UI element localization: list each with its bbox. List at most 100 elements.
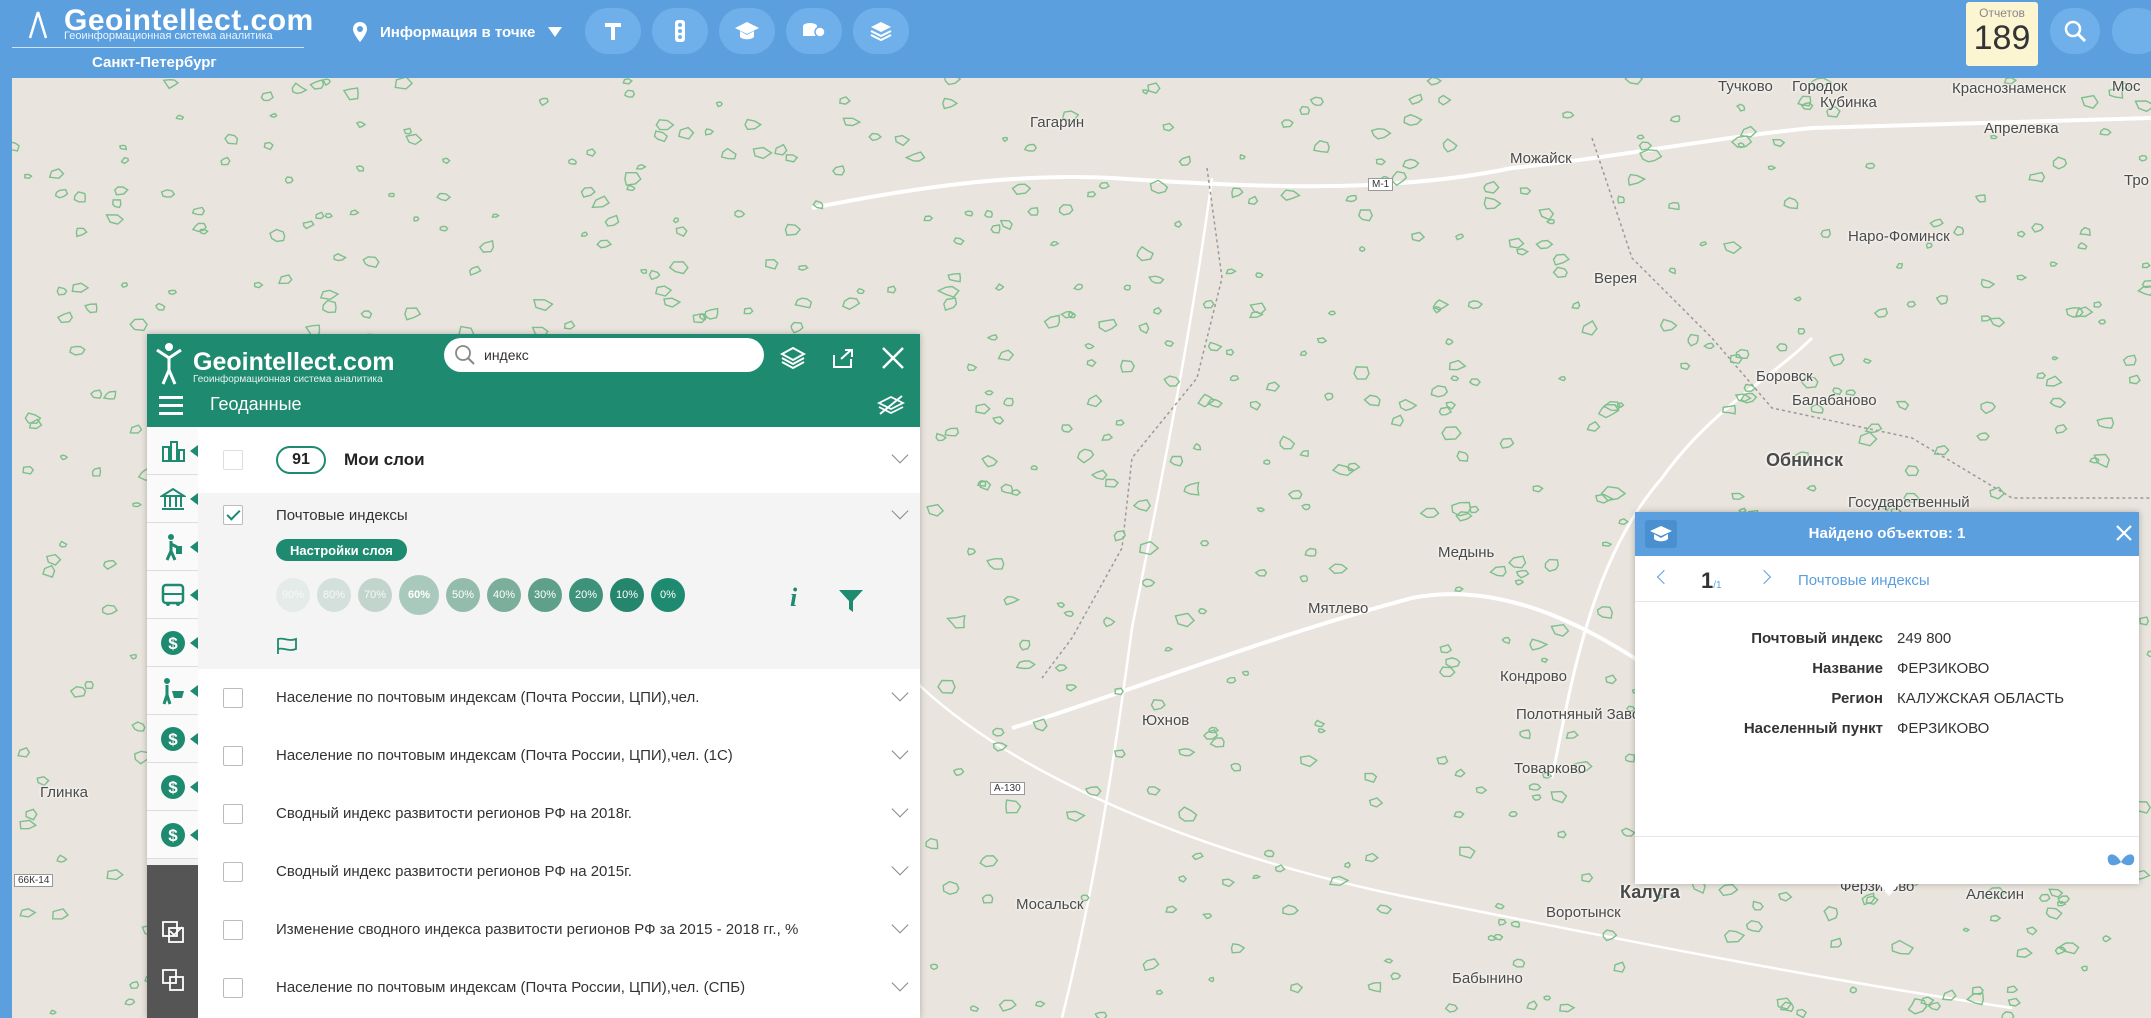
rail-item-institutions[interactable] <box>147 475 198 523</box>
my-layers-row[interactable]: 91 Мои слои <box>198 427 920 493</box>
popup-pagination: 1/1 Почтовые индексы <box>1635 556 2139 602</box>
town-label: Полотняный Завод <box>1516 706 1649 723</box>
top-toolbar: Geointellect.com Геоинформационная систе… <box>0 0 2151 78</box>
layer-checkbox[interactable] <box>223 920 243 940</box>
layers-stack-icon <box>780 346 806 370</box>
attribute-value: КАЛУЖСКАЯ ОБЛАСТЬ <box>1897 690 2065 707</box>
filter-icon[interactable] <box>838 589 864 613</box>
reports-label: Отчетов <box>1979 6 2025 20</box>
layer-checkbox[interactable] <box>223 746 243 766</box>
my-layers-count: 91 <box>276 446 326 474</box>
chevron-up-icon[interactable] <box>891 502 909 520</box>
menu-icon[interactable] <box>159 394 183 416</box>
layer-row[interactable]: Сводный индекс развитости регионов РФ на… <box>198 843 920 901</box>
opacity-option[interactable]: 60% <box>399 575 439 615</box>
chevron-down-icon[interactable] <box>891 684 909 702</box>
opacity-option[interactable]: 20% <box>569 578 603 612</box>
export-button[interactable] <box>827 342 859 374</box>
rail-item-buildings[interactable] <box>147 427 198 475</box>
rail-item-finance-4[interactable]: $ <box>147 811 198 859</box>
chevron-down-icon[interactable] <box>891 742 909 760</box>
opacity-option[interactable]: 10% <box>610 578 644 612</box>
layer-row[interactable]: Изменение сводного индекса развитости ре… <box>198 901 920 959</box>
education-tool-button[interactable] <box>719 8 775 54</box>
layer-row[interactable]: Население по почтовым индексам (Почта Ро… <box>198 959 920 1017</box>
attribute-key: Название <box>1812 660 1883 677</box>
info-point-dropdown[interactable]: Информация в точке <box>352 18 563 46</box>
flag-icon[interactable] <box>276 637 298 655</box>
rail-item-finance-1[interactable]: $ <box>147 619 198 667</box>
opacity-option[interactable]: 80% <box>317 578 351 612</box>
town-label: Глинка <box>40 784 88 801</box>
more-button[interactable] <box>2112 8 2151 54</box>
next-arrow-icon[interactable] <box>1756 569 1772 585</box>
attribute-row: Почтовый индекс 249 800 <box>1635 630 2139 660</box>
town-label: Мос <box>2112 78 2141 95</box>
hide-layers-icon[interactable] <box>877 394 905 416</box>
bus-icon <box>161 583 184 606</box>
chevron-down-icon[interactable] <box>891 974 909 992</box>
dollar-icon: $ <box>160 774 185 799</box>
previous-arrow-icon[interactable] <box>1656 569 1672 585</box>
layer-checkbox[interactable] <box>223 978 243 998</box>
chevron-down-icon[interactable] <box>891 800 909 818</box>
expanded-layer-label[interactable]: Почтовые индексы <box>276 507 408 524</box>
layers-stack-button[interactable] <box>777 342 809 374</box>
select-area-icon[interactable] <box>160 919 186 945</box>
opacity-option[interactable]: 50% <box>446 578 480 612</box>
opacity-option[interactable]: 0% <box>651 578 685 612</box>
logo-figure-icon <box>156 343 182 385</box>
traffic-tool-button[interactable] <box>652 8 708 54</box>
attribute-row: Название ФЕРЗИКОВО <box>1635 660 2139 690</box>
rail-item-pedestrians[interactable] <box>147 523 198 571</box>
city-selector[interactable]: Санкт-Петербург <box>92 54 217 71</box>
rail-tools <box>147 865 198 1018</box>
layer-checkbox[interactable] <box>223 804 243 824</box>
opacity-option[interactable]: 70% <box>358 578 392 612</box>
search-button[interactable] <box>2050 8 2100 54</box>
layers-icon <box>870 22 892 42</box>
chevron-down-icon <box>548 27 563 37</box>
layer-checkbox[interactable] <box>223 688 243 708</box>
layer-settings-button[interactable]: Настройки слоя <box>276 539 407 561</box>
rail-item-shopping[interactable] <box>147 667 198 715</box>
layer-row[interactable]: Население по почтовым индексам (Почта Ро… <box>198 669 920 727</box>
postal-index-checkbox[interactable] <box>223 505 243 525</box>
text-tool-button[interactable] <box>585 8 641 54</box>
reports-counter[interactable]: Отчетов 189 <box>1966 2 2038 66</box>
popup-header: Найдено объектов: 1 <box>1635 512 2139 556</box>
layers-tool-button[interactable] <box>853 8 909 54</box>
popup-layer-link[interactable]: Почтовые индексы <box>1798 572 1930 589</box>
chevron-down-icon[interactable] <box>891 446 909 464</box>
layer-row[interactable]: Сводный индекс развитости регионов РФ на… <box>198 785 920 843</box>
finance-tool-button[interactable] <box>786 8 842 54</box>
town-label: Кубинка <box>1820 94 1877 111</box>
town-label: Наро-Фоминск <box>1848 228 1950 245</box>
chevron-down-icon[interactable] <box>891 916 909 934</box>
shopper-cart-icon <box>162 677 184 704</box>
town-label: Балабаново <box>1792 392 1877 409</box>
chevron-down-icon[interactable] <box>891 858 909 876</box>
graduation-cap-icon <box>735 22 759 40</box>
opacity-option[interactable]: 90% <box>276 578 310 612</box>
close-icon[interactable] <box>2115 524 2133 542</box>
town-label: Тучково <box>1718 78 1773 95</box>
opacity-option[interactable]: 40% <box>487 578 521 612</box>
text-icon <box>605 23 621 40</box>
opacity-option[interactable]: 30% <box>528 578 562 612</box>
svg-text:$: $ <box>168 634 178 653</box>
my-layers-checkbox[interactable] <box>223 450 243 470</box>
rail-item-finance-3[interactable]: $ <box>147 763 198 811</box>
copy-layers-icon[interactable] <box>160 967 186 993</box>
my-layers-label: Мои слои <box>344 450 425 469</box>
app-logo[interactable]: Geointellect.com Геоинформационная систе… <box>12 4 313 74</box>
rail-item-transport[interactable] <box>147 571 198 619</box>
rail-item-finance-2[interactable]: $ <box>147 715 198 763</box>
layer-search-input[interactable] <box>484 347 744 363</box>
layer-row[interactable]: Население по почтовым индексам (Почта Ро… <box>198 727 920 785</box>
layer-label: Изменение сводного индекса развитости ре… <box>276 921 799 938</box>
info-icon[interactable]: i <box>790 583 797 613</box>
layer-checkbox[interactable] <box>223 862 243 882</box>
logo-figure-icon <box>28 11 48 39</box>
close-panel-button[interactable] <box>877 342 909 374</box>
